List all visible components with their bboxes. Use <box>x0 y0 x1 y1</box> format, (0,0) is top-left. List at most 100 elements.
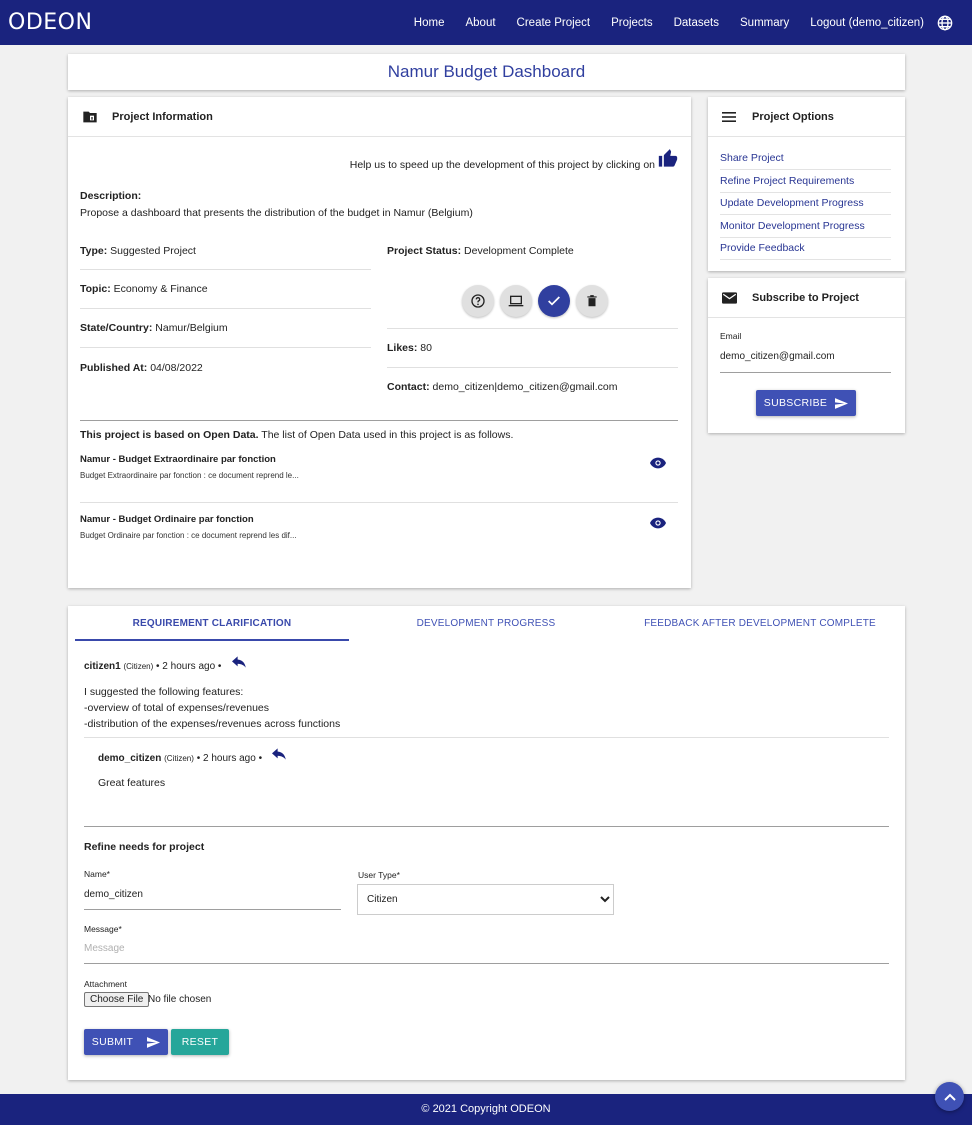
provide-feedback-link[interactable]: Provide Feedback <box>720 242 891 260</box>
divider <box>84 737 889 738</box>
submit-button-label: SUBMIT <box>91 1036 134 1048</box>
topic-label: Topic: <box>80 283 111 295</box>
reply-role: (Citizen) <box>164 754 194 763</box>
topic-value: Economy & Finance <box>113 283 208 295</box>
submit-button[interactable]: SUBMIT <box>84 1029 168 1055</box>
brand-logo[interactable]: ODEON <box>8 10 92 35</box>
check-icon <box>548 296 560 306</box>
reply-time: • 2 hours ago • <box>196 753 263 764</box>
email-field[interactable]: demo_citizen@gmail.com <box>720 351 835 362</box>
likes-field: Likes: 80 <box>387 342 432 354</box>
eye-icon[interactable] <box>650 457 666 469</box>
project-options-title: Project Options <box>752 110 834 123</box>
globe-icon[interactable] <box>937 15 953 31</box>
dataset-description: Budget Ordinaire par fonction : ce docum… <box>80 531 297 540</box>
dataset-title[interactable]: Namur - Budget Extraordinaire par foncti… <box>80 454 276 465</box>
likes-value: 80 <box>420 342 432 354</box>
share-project-link[interactable]: Share Project <box>720 152 891 170</box>
subscribe-title: Subscribe to Project <box>752 291 859 304</box>
no-file-text: No file chosen <box>148 994 212 1005</box>
nav-about[interactable]: About <box>465 17 495 29</box>
published-label: Published At: <box>80 362 148 374</box>
laptop-icon <box>508 295 524 307</box>
nav-logout[interactable]: Logout (demo_citizen) <box>810 17 924 29</box>
dataset-title[interactable]: Namur - Budget Ordinaire par fonction <box>80 514 254 525</box>
reply-user: demo_citizen <box>98 753 162 764</box>
help-text: Help us to speed up the development of t… <box>349 159 655 171</box>
nav-projects[interactable]: Projects <box>611 17 653 29</box>
tab-feedback[interactable]: FEEDBACK AFTER DEVELOPMENT COMPLETE <box>623 606 897 641</box>
attachment-label: Attachment <box>84 979 127 989</box>
description-text: Propose a dashboard that presents the di… <box>80 207 473 219</box>
tab-development-progress[interactable]: DEVELOPMENT PROGRESS <box>349 606 623 641</box>
update-progress-link[interactable]: Update Development Progress <box>720 197 891 215</box>
project-info-header: Project Information <box>68 97 691 137</box>
topic-field: Topic: Economy & Finance <box>80 283 208 295</box>
subscribe-button[interactable]: SUBSCRIBE <box>756 390 856 416</box>
comment-line: I suggested the following features: <box>84 686 244 698</box>
comments-card: REQUIREMENT CLARIFICATION DEVELOPMENT PR… <box>68 606 905 1080</box>
reply-icon[interactable] <box>272 748 287 760</box>
project-options-header: Project Options <box>708 97 905 137</box>
state-field: State/Country: Namur/Belgium <box>80 322 228 334</box>
email-underline <box>720 372 891 373</box>
navbar: ODEON Home About Create Project Projects… <box>0 0 972 45</box>
eye-icon[interactable] <box>650 517 666 529</box>
reset-button-label: RESET <box>181 1036 219 1048</box>
divider <box>80 347 371 348</box>
type-value: Suggested Project <box>110 245 196 257</box>
tab-requirement-clarification[interactable]: REQUIREMENT CLARIFICATION <box>75 606 349 641</box>
type-label: Type: <box>80 245 108 257</box>
name-input[interactable]: demo_citizen <box>84 889 143 900</box>
status-field: Project Status: Development Complete <box>387 245 574 257</box>
reply-icon[interactable] <box>232 656 247 668</box>
published-field: Published At: 04/08/2022 <box>80 362 203 374</box>
send-icon <box>835 397 849 409</box>
nav-datasets[interactable]: Datasets <box>674 17 719 29</box>
chevron-up-icon <box>943 1093 956 1101</box>
nav-menu: Home About Create Project Projects Datas… <box>393 0 924 45</box>
message-input[interactable]: Message <box>84 943 125 954</box>
refine-requirements-link[interactable]: Refine Project Requirements <box>720 175 891 193</box>
thumbs-up-icon[interactable] <box>658 148 678 167</box>
status-delete-button[interactable] <box>576 285 608 317</box>
divider <box>387 328 678 329</box>
project-info-title: Project Information <box>112 110 213 123</box>
published-value: 04/08/2022 <box>150 362 203 374</box>
name-label: Name* <box>84 869 110 879</box>
page-title-card: Namur Budget Dashboard <box>68 54 905 90</box>
status-complete-button[interactable] <box>538 285 570 317</box>
open-data-rest: The list of Open Data used in this proje… <box>261 429 514 441</box>
message-underline <box>84 963 889 964</box>
usertype-label: User Type* <box>358 870 400 880</box>
nav-create-project[interactable]: Create Project <box>517 17 591 29</box>
comment-role: (Citizen) <box>123 662 154 671</box>
mail-icon <box>722 290 738 306</box>
comment-user: citizen1 <box>84 661 121 672</box>
reset-button[interactable]: RESET <box>171 1029 229 1055</box>
status-help-button[interactable] <box>462 285 494 317</box>
trash-icon <box>587 295 597 307</box>
usertype-select[interactable]: Citizen <box>357 884 614 915</box>
likes-label: Likes: <box>387 342 418 354</box>
divider <box>80 308 371 309</box>
nav-summary[interactable]: Summary <box>740 17 789 29</box>
help-icon <box>471 294 485 308</box>
menu-icon <box>722 109 738 125</box>
choose-file-button[interactable]: Choose File <box>84 992 150 1007</box>
status-label: Project Status: <box>387 245 462 257</box>
status-development-button[interactable] <box>500 285 532 317</box>
name-underline <box>84 909 341 910</box>
comment-line: -distribution of the expenses/revenues a… <box>84 718 341 730</box>
divider <box>80 502 678 503</box>
contact-field: Contact: demo_citizen|demo_citizen@gmail… <box>387 381 617 393</box>
nav-home[interactable]: Home <box>414 17 445 29</box>
state-value: Namur/Belgium <box>155 322 228 334</box>
contact-label: Contact: <box>387 381 430 393</box>
monitor-progress-link[interactable]: Monitor Development Progress <box>720 220 891 238</box>
email-label: Email <box>720 331 742 341</box>
open-data-bold: This project is based on Open Data. <box>80 429 259 441</box>
folder-info-icon <box>82 109 98 125</box>
divider <box>387 367 678 368</box>
scroll-top-button[interactable] <box>935 1082 964 1111</box>
